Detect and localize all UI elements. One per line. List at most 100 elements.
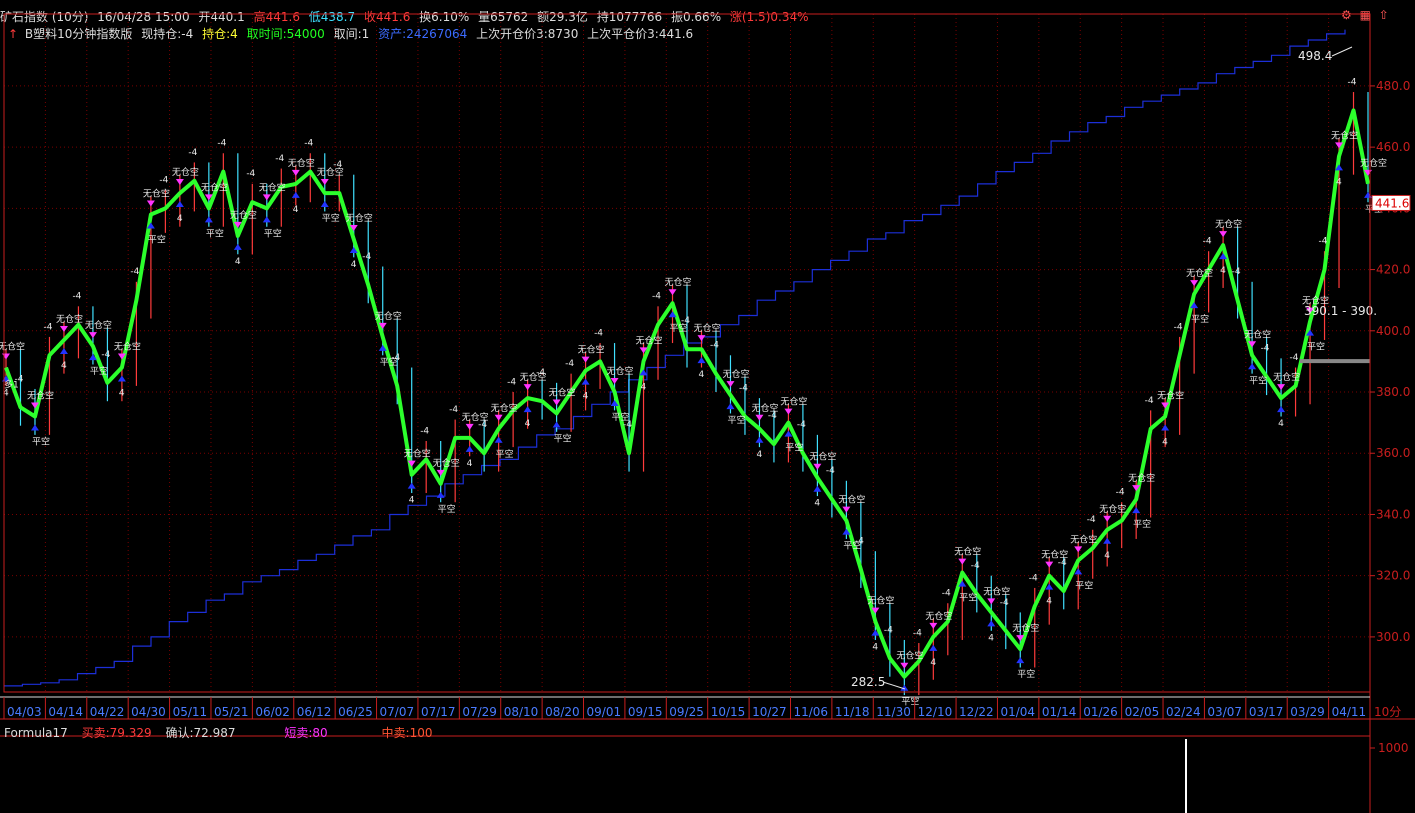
x-tick-label: 03/07 [1207, 705, 1242, 719]
buy-marker [1132, 507, 1141, 514]
axes: 300.0320.0340.0360.0380.0400.0420.0440.0… [0, 13, 1415, 813]
signal-label: -4 [391, 353, 400, 363]
x-tick-label: 04/11 [1332, 705, 1367, 719]
signal-label: -4 [565, 359, 574, 369]
indicator-buy: 买卖:79.329 [81, 726, 152, 740]
sell-marker [726, 381, 735, 388]
buy-marker [262, 216, 271, 223]
x-tick-label: 06/02 [255, 705, 290, 719]
equity-line [4, 29, 1346, 687]
buy-marker [233, 243, 242, 250]
signal-label: 无仓空 [259, 181, 286, 193]
signal-label: 无仓空 [491, 402, 518, 414]
buy-marker [929, 644, 938, 651]
buy-marker [1277, 406, 1286, 413]
signal-label: 无仓空 [1331, 129, 1358, 141]
x-tick-label: 03/17 [1249, 705, 1284, 719]
signal-label: -4 [1145, 396, 1154, 406]
signal-label: 无仓空 [230, 209, 257, 221]
buy-marker [320, 201, 329, 208]
signal-label: 4 [177, 214, 183, 224]
x-tick-label: 01/04 [1000, 705, 1035, 719]
signal-label: 无仓空 [1360, 157, 1387, 169]
buy-marker [407, 482, 416, 489]
high-annotation-pointer [1331, 46, 1353, 57]
indicator-name: Formula17 [4, 726, 68, 740]
signal-label: 平空 [1133, 518, 1151, 530]
x-tick-label: 10/27 [752, 705, 787, 719]
signal-label: 4 [756, 450, 762, 460]
signal-label: 4 [235, 257, 241, 267]
signal-label: 4 [61, 361, 67, 371]
signal-label: -4 [1319, 237, 1328, 247]
signal-label: -4 [43, 322, 52, 332]
sell-marker [929, 622, 938, 629]
sell-marker [842, 506, 851, 513]
x-tick-label: 10/15 [711, 705, 746, 719]
signal-label: -4 [1029, 573, 1038, 583]
y-tick-label: 300.0 [1376, 630, 1410, 644]
signal-label: 平空 [785, 442, 803, 454]
price-chart: 无仓空4-4无仓空平空-4无仓空4-4无仓空平空-4无仓空4-4无仓空平空-4无… [0, 13, 1415, 813]
buy-marker [987, 620, 996, 627]
signal-label: -4 [1203, 237, 1212, 247]
signal-label: 无仓空 [1215, 218, 1242, 230]
signal-label: 无仓空 [607, 365, 634, 377]
x-tick-label: 07/07 [380, 705, 415, 719]
signal-label: -4 [884, 625, 893, 635]
y-tick-label: 360.0 [1376, 446, 1410, 460]
signal-labels: 无仓空4-4无仓空平空-4无仓空4-4无仓空平空-4无仓空4-4无仓空平空-4无… [0, 46, 1387, 708]
signal-label: 4 [409, 496, 415, 506]
x-tick-label: 07/29 [462, 705, 497, 719]
signal-label: 无仓空 [983, 585, 1010, 597]
signal-label: 无仓空 [1099, 503, 1126, 515]
sell-marker [1103, 515, 1112, 522]
sell-marker [697, 335, 706, 342]
signal-label: -4 [1000, 598, 1009, 608]
signal-label: -4 [130, 267, 139, 277]
sell-marker [581, 356, 590, 363]
signal-label: -4 [855, 537, 864, 547]
sell-marker [1277, 384, 1286, 391]
signal-label: -4 [304, 139, 313, 149]
sell-marker [175, 179, 184, 186]
signal-label: -4 [420, 426, 429, 436]
signal-label: -4 [188, 148, 197, 158]
signal-label: -4 [1290, 353, 1299, 363]
signal-label: -4 [1348, 77, 1357, 87]
signal-label: 无仓空 [433, 457, 460, 469]
x-tick-label: 09/25 [669, 705, 704, 719]
buy-marker [523, 406, 532, 413]
signal-label: -4 [739, 384, 748, 394]
signal-label: 平空 [1307, 341, 1325, 353]
signal-label: 4 [1336, 177, 1342, 187]
x-tick-label: 12/22 [959, 705, 994, 719]
buy-marker [1103, 537, 1112, 544]
low-annotation-pointer [882, 681, 906, 690]
x-tick-label: 12/10 [918, 705, 953, 719]
signal-label: -4 [768, 411, 777, 421]
sell-marker [1219, 231, 1228, 238]
low-annotation: 282.5 [851, 675, 885, 689]
signal-label: -4 [913, 628, 922, 638]
signal-label: 平空 [148, 233, 166, 245]
sub-y-tick-label: 1000 [1378, 741, 1409, 755]
sell-marker [465, 423, 474, 430]
sell-marker [1074, 546, 1083, 553]
sell-marker [494, 414, 503, 421]
signal-label: 无仓空 [1186, 267, 1213, 279]
x-tick-label: 02/24 [1166, 705, 1201, 719]
buy-marker [291, 191, 300, 198]
signal-label: 无仓空 [172, 166, 199, 178]
signal-label: 无仓空 [1070, 533, 1097, 545]
sell-marker [59, 325, 68, 332]
signal-label: 平空 [322, 212, 340, 224]
y-tick-label: 340.0 [1376, 507, 1410, 521]
x-tick-label: 09/01 [587, 705, 622, 719]
signal-label: -4 [652, 292, 661, 302]
buy-marker [175, 201, 184, 208]
signal-label: 4 [467, 459, 473, 469]
sell-marker [958, 558, 967, 565]
signal-label: 无仓空 [809, 451, 836, 463]
buy-marker [204, 216, 213, 223]
